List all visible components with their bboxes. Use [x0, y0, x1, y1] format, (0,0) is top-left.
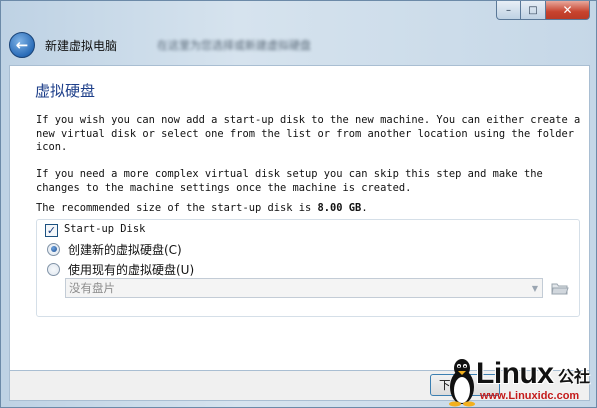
advanced-paragraph: If you need a more complex virtual disk … — [36, 168, 543, 194]
folder-icon[interactable] — [549, 278, 571, 298]
watermark-url: www.Linuxidc.com — [480, 390, 580, 402]
create-disk-label: 创建新的虚拟硬盘(C) — [68, 242, 182, 257]
watermark-brand-cn: 公社 — [558, 367, 591, 386]
wizard-title: 新建虚拟电脑 — [45, 38, 118, 53]
wizard-nav: ← 新建虚拟电脑 在这里为您选择或新建虚拟硬盘 — [9, 31, 589, 59]
maximize-button[interactable]: □ — [521, 1, 546, 20]
tux-penguin-icon — [449, 359, 475, 407]
watermark-logo: Linux 公社 www.Linuxidc.com — [446, 357, 596, 407]
existing-disk-select-value: 没有盘片 — [69, 281, 115, 295]
radio-selected-dot — [50, 246, 57, 252]
existing-disk-label: 使用现有的虚拟硬盘(U) — [68, 262, 195, 277]
create-disk-option[interactable]: 创建新的虚拟硬盘(C) — [47, 240, 182, 258]
existing-disk-radio[interactable] — [47, 262, 60, 276]
window-frame: – □ ✕ ← 新建虚拟电脑 在这里为您选择或新建虚拟硬盘 虚拟硬盘 If yo… — [0, 0, 597, 408]
minimize-button[interactable]: – — [496, 1, 521, 20]
startup-disk-label: Start-up Disk — [64, 223, 146, 236]
close-button[interactable]: ✕ — [546, 1, 590, 20]
page-title: 虚拟硬盘 — [35, 82, 96, 100]
watermark-brand: Linux — [476, 357, 554, 390]
startup-disk-checkbox[interactable]: ✓ — [45, 223, 58, 237]
caption-buttons: – □ ✕ — [496, 1, 590, 20]
existing-disk-option[interactable]: 使用现有的虚拟硬盘(U) — [47, 260, 194, 278]
recommended-size-value: 8.00 GB — [317, 202, 362, 214]
existing-disk-select[interactable]: 没有盘片 ▼ — [65, 278, 543, 298]
startup-disk-toggle[interactable]: ✓ Start-up Disk — [45, 222, 149, 238]
wizard-page: 虚拟硬盘 If you wish you can now add a start… — [9, 65, 590, 371]
recommended-prefix: The recommended size of the start-up dis… — [36, 202, 318, 214]
recommended-suffix: . — [361, 202, 368, 214]
create-disk-radio[interactable] — [47, 242, 60, 256]
intro-paragraph: If you wish you can now add a start-up d… — [36, 114, 581, 153]
startup-disk-group: ✓ Start-up Disk 创建新的虚拟硬盘(C) 使用现有的虚拟硬盘(U)… — [36, 219, 580, 317]
obscured-caption: 在这里为您选择或新建虚拟硬盘 — [157, 39, 312, 52]
chevron-down-icon[interactable]: ▼ — [528, 284, 542, 293]
recommended-size-text: The recommended size of the start-up dis… — [36, 202, 586, 216]
back-arrow-icon[interactable]: ← — [9, 32, 35, 58]
